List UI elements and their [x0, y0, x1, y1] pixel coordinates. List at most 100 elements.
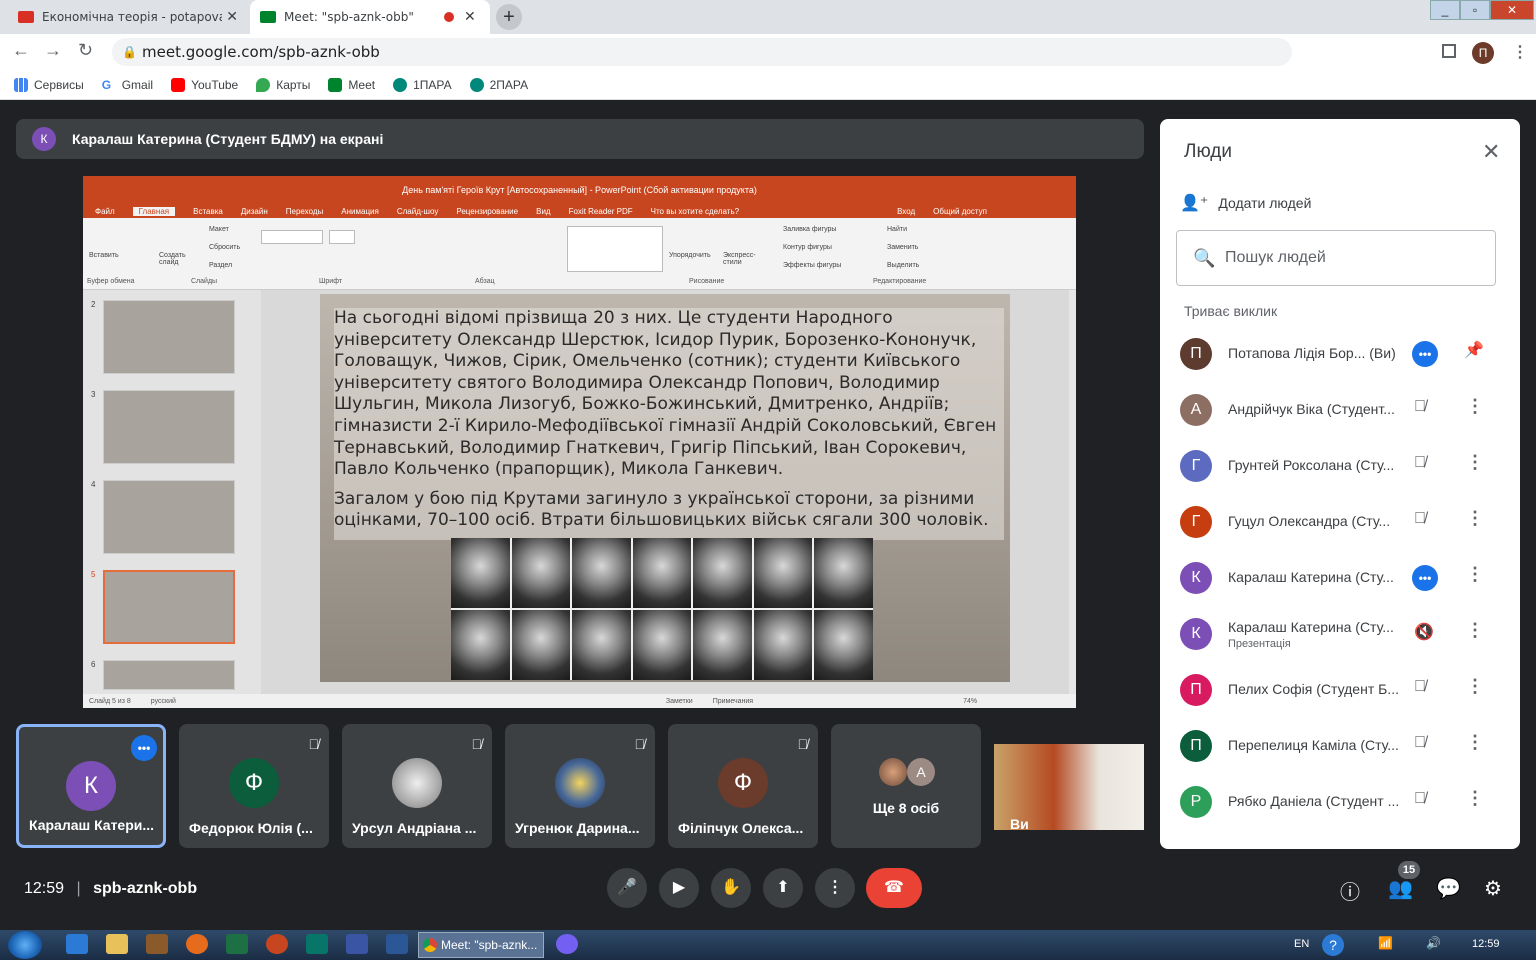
notes-button[interactable]: Заметки: [666, 698, 693, 705]
network-icon[interactable]: 📶: [1378, 936, 1393, 950]
tab-economic-theory[interactable]: Економічна теорія - potapova.li ✕: [8, 0, 248, 34]
maximize-button[interactable]: ▫: [1460, 0, 1490, 20]
tab-close-icon[interactable]: ✕: [464, 9, 476, 25]
participant-row[interactable]: П Потапова Лідія Бор... (Ви) ••• 📌: [1160, 326, 1520, 382]
more-options-icon[interactable]: ⋮: [1466, 732, 1484, 753]
word-icon[interactable]: [386, 934, 408, 954]
shape-fill-button[interactable]: Заливка фигуры: [783, 226, 836, 233]
participant-row[interactable]: К Каралаш Катерина (Сту... ••• ⋮: [1160, 550, 1520, 606]
people-icon[interactable]: 👥: [1388, 876, 1413, 901]
more-options-button[interactable]: ⋮: [815, 868, 855, 908]
new-slide-button[interactable]: Создать слайд: [159, 252, 195, 266]
viber-icon[interactable]: [556, 934, 578, 954]
slide-text-box[interactable]: На сьогодні відомі прізвища 20 з них. Це…: [334, 308, 1004, 540]
participant-tile[interactable]: Ф 🎙̸ Філіпчук Олекса...: [668, 724, 818, 848]
media-player-icon[interactable]: [146, 934, 168, 954]
raise-hand-button[interactable]: ✋: [711, 868, 751, 908]
bookmark-youtube[interactable]: YouTube: [171, 77, 238, 92]
bookmark-maps[interactable]: Карты: [256, 77, 310, 92]
more-options-icon[interactable]: ⋮: [1466, 564, 1484, 585]
more-options-icon[interactable]: ⋮: [1466, 788, 1484, 809]
zoom-level[interactable]: 74%: [963, 698, 977, 705]
font-size-box[interactable]: [329, 230, 355, 244]
ppt-tab-foxit[interactable]: Foxit Reader PDF: [569, 207, 633, 216]
leave-call-button[interactable]: ☎: [866, 868, 922, 908]
activities-icon[interactable]: ⚙: [1484, 876, 1502, 901]
slide-thumb-2[interactable]: [103, 300, 235, 374]
people-search-input[interactable]: 🔍 Пошук людей: [1176, 230, 1496, 286]
ppt-tab-view[interactable]: Вид: [536, 207, 550, 216]
participant-row[interactable]: П Пелих Софія (Студент Б... 🎙̸ ⋮: [1160, 662, 1520, 718]
taskbar-chrome-meet[interactable]: Meet: "spb-aznk...: [418, 932, 544, 958]
chat-icon[interactable]: 💬: [1436, 876, 1461, 901]
more-options-icon[interactable]: ⋮: [1466, 676, 1484, 697]
minimize-button[interactable]: _: [1430, 0, 1460, 20]
participant-tile[interactable]: К ••• Каралаш Катери...: [16, 724, 166, 848]
shared-screen-powerpoint[interactable]: День пам'яті Героїв Крут [Автосохраненны…: [83, 176, 1076, 708]
more-options-icon[interactable]: ⋮: [1466, 508, 1484, 529]
participant-row[interactable]: А Андрійчук Віка (Студент... 🎙̸ ⋮: [1160, 382, 1520, 438]
slide-thumb-3[interactable]: [103, 390, 235, 464]
participant-row[interactable]: К Каралаш Катерина (Сту... Презентація 🔇…: [1160, 606, 1520, 662]
comments-button[interactable]: Примечания: [713, 698, 753, 705]
font-name-box[interactable]: [261, 230, 323, 244]
forward-icon[interactable]: →: [44, 40, 62, 61]
find-button[interactable]: Найти: [887, 226, 907, 233]
layout-button[interactable]: Макет: [209, 226, 229, 233]
pin-icon[interactable]: 📌: [1464, 340, 1484, 360]
powerpoint-icon[interactable]: [266, 934, 288, 954]
participant-tile[interactable]: Ф 🎙̸ Федорюк Юлія (...: [179, 724, 329, 848]
present-screen-button[interactable]: ⬆: [763, 868, 803, 908]
ie-icon[interactable]: [66, 934, 88, 954]
ppt-tell-me[interactable]: Что вы хотите сделать?: [651, 207, 739, 216]
more-options-icon[interactable]: ⋮: [1466, 452, 1484, 473]
meeting-details-icon[interactable]: ⓘ: [1340, 876, 1360, 905]
visio-icon[interactable]: [346, 934, 368, 954]
ppt-tab-review[interactable]: Рецензирование: [456, 207, 518, 216]
ppt-signin[interactable]: Вход: [897, 207, 915, 216]
participant-row[interactable]: П Перепелиця Каміла (Сту... 🎙̸ ⋮: [1160, 718, 1520, 774]
more-participants-tile[interactable]: A Ще 8 осіб: [831, 724, 981, 848]
bookmark-1para[interactable]: 1ПАРА: [393, 77, 452, 92]
slide-thumb-4[interactable]: [103, 480, 235, 554]
ppt-tab-transitions[interactable]: Переходы: [286, 207, 324, 216]
quick-styles-button[interactable]: Экспресс-стили: [723, 252, 763, 266]
bookmark-gmail[interactable]: G Gmail: [101, 77, 153, 92]
ppt-tab-design[interactable]: Дизайн: [241, 207, 268, 216]
shape-outline-button[interactable]: Контур фигуры: [783, 244, 832, 251]
ppt-share[interactable]: Общий доступ: [933, 207, 987, 216]
more-options-icon[interactable]: ⋮: [1466, 396, 1484, 417]
add-people-button[interactable]: 👤⁺ Додати людей: [1180, 193, 1311, 213]
bookmark-2para[interactable]: 2ПАРА: [469, 77, 528, 92]
select-button[interactable]: Выделить: [887, 262, 919, 269]
participant-row[interactable]: Г Гуцул Олександра (Сту... 🎙̸ ⋮: [1160, 494, 1520, 550]
camera-button[interactable]: ▶: [659, 868, 699, 908]
reset-button[interactable]: Сбросить: [209, 244, 240, 251]
more-options-icon[interactable]: ⋮: [1466, 620, 1484, 641]
excel-icon[interactable]: [226, 934, 248, 954]
menu-icon[interactable]: ⋮: [1512, 42, 1528, 62]
window-close-button[interactable]: ✕: [1490, 0, 1534, 20]
reload-icon[interactable]: ↻: [78, 40, 93, 61]
shape-effects-button[interactable]: Эффекты фигуры: [783, 262, 841, 269]
help-icon[interactable]: ?: [1322, 934, 1344, 956]
participant-row[interactable]: Г Грунтей Роксолана (Сту... 🎙̸ ⋮: [1160, 438, 1520, 494]
paste-button[interactable]: Вставить: [89, 252, 119, 259]
language-indicator[interactable]: EN: [1294, 938, 1309, 950]
slide-thumb-5[interactable]: [103, 570, 235, 644]
ppt-tab-insert[interactable]: Вставка: [193, 207, 223, 216]
bookmark-services[interactable]: Сервисы: [14, 77, 84, 92]
ppt-tab-home[interactable]: Главная: [132, 206, 176, 216]
participant-row[interactable]: Р Рябко Даніела (Студент ... 🎙̸ ⋮: [1160, 774, 1520, 830]
firefox-icon[interactable]: [186, 934, 208, 954]
tab-meet[interactable]: Meet: "spb-aznk-obb" ✕: [250, 0, 490, 34]
volume-icon[interactable]: 🔊: [1426, 936, 1441, 950]
arrange-button[interactable]: Упорядочить: [669, 252, 711, 259]
self-view-tile[interactable]: Ви: [994, 724, 1144, 848]
section-button[interactable]: Раздел: [209, 262, 232, 269]
slide-thumb-6[interactable]: [103, 660, 235, 690]
system-clock[interactable]: 12:59: [1472, 938, 1500, 950]
microphone-button[interactable]: 🎤: [607, 868, 647, 908]
replace-button[interactable]: Заменить: [887, 244, 918, 251]
ppt-tab-slideshow[interactable]: Слайд-шоу: [397, 207, 438, 216]
